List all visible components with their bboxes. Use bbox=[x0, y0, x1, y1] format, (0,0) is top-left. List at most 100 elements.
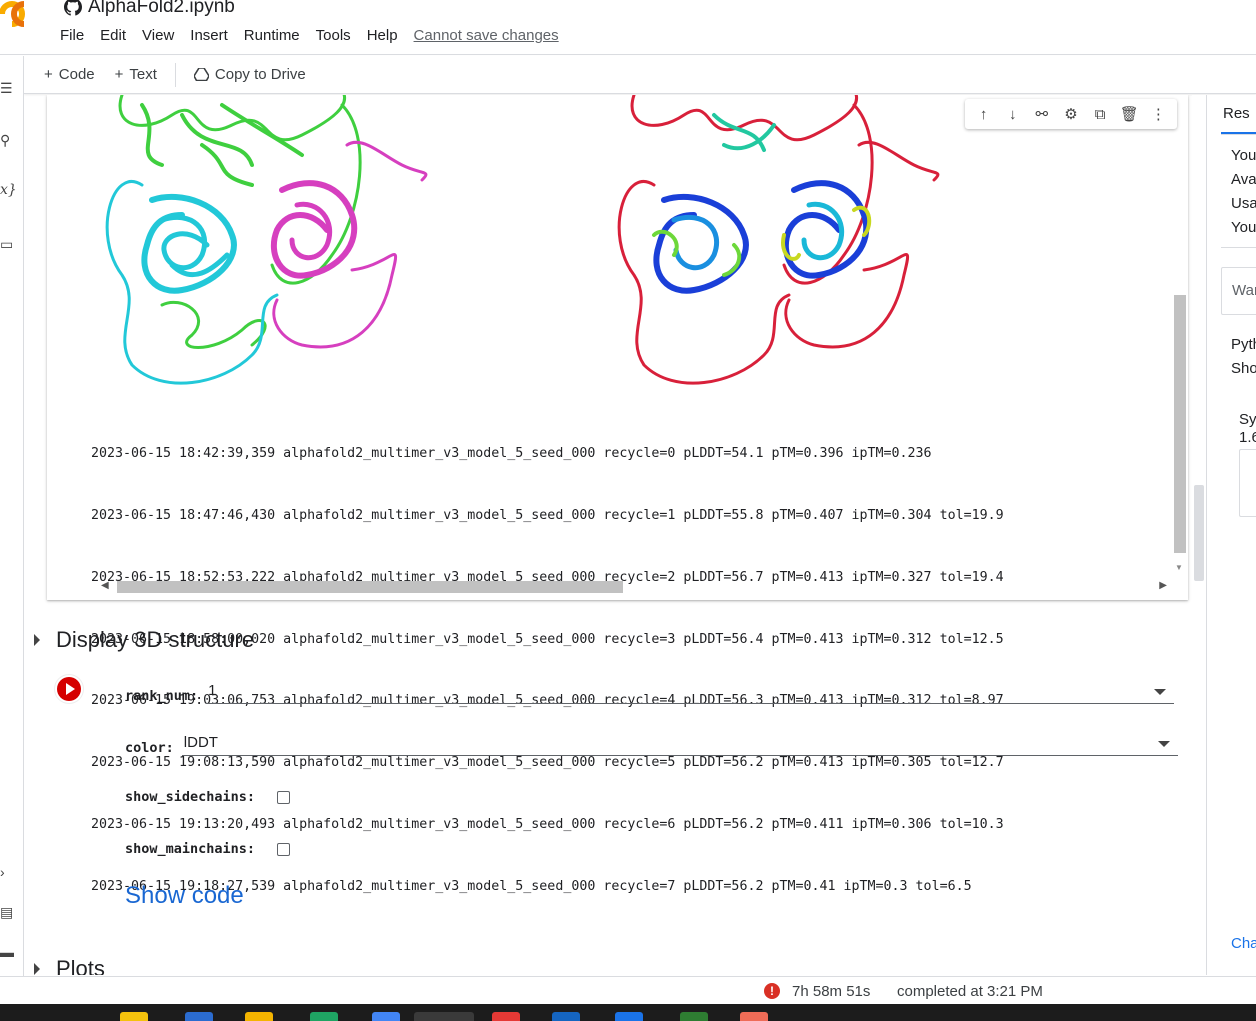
show-sidechains-label: show_sidechains: bbox=[125, 789, 256, 805]
colab-logo[interactable] bbox=[0, 0, 46, 34]
app-icon[interactable] bbox=[680, 1012, 708, 1021]
file-explorer-icon[interactable] bbox=[120, 1012, 148, 1021]
scroll-down-arrow-icon[interactable]: ▼ bbox=[1175, 563, 1183, 572]
expand-caret-icon bbox=[34, 963, 40, 975]
structure-by-chain bbox=[105, 95, 428, 385]
panel-text: You bbox=[1231, 219, 1256, 236]
move-up-icon[interactable]: ↑ bbox=[973, 103, 995, 125]
panel-text: Pyth bbox=[1231, 336, 1256, 353]
output-vertical-scrollbar[interactable]: ▼ bbox=[1172, 195, 1186, 575]
menu-help[interactable]: Help bbox=[367, 27, 398, 44]
toolbar-divider bbox=[174, 62, 176, 87]
delete-trash-icon[interactable]: 🗑 bbox=[1118, 103, 1140, 125]
header: AlphaFold2.ipynb File Edit View Insert R… bbox=[0, 0, 1256, 55]
folder-icon[interactable]: ▭ bbox=[0, 236, 14, 252]
menu-file[interactable]: File bbox=[60, 27, 84, 44]
add-text-label: Text bbox=[129, 66, 157, 83]
warning-text: War bbox=[1232, 282, 1256, 299]
drive-icon bbox=[193, 68, 209, 81]
change-runtime-link[interactable]: Cha bbox=[1231, 935, 1256, 952]
app-icon[interactable] bbox=[310, 1012, 338, 1021]
move-down-icon[interactable]: ↓ bbox=[1002, 103, 1024, 125]
show-code-link[interactable]: Show code bbox=[125, 882, 244, 910]
cell-toolbar: ↑ ↓ ⚯ ⚙ ⧉ 🗑 ⋮ bbox=[965, 99, 1177, 129]
app-icon[interactable] bbox=[552, 1012, 580, 1021]
rank-num-label: rank_num: bbox=[125, 688, 199, 704]
mirror-cell-icon[interactable]: ⧉ bbox=[1089, 103, 1111, 125]
search-icon[interactable]: ⚲ bbox=[0, 132, 14, 148]
copy-to-drive-label: Copy to Drive bbox=[214, 66, 306, 83]
scroll-right-arrow-icon[interactable]: ▶ bbox=[1159, 580, 1167, 591]
panel-text: Ava bbox=[1231, 171, 1256, 188]
dropdown-arrow-icon bbox=[1157, 741, 1170, 747]
output-log: 2023-06-15 18:42:39,359 alphafold2_multi… bbox=[91, 403, 1004, 938]
log-line: 2023-06-15 18:42:39,359 alphafold2_multi… bbox=[91, 446, 932, 462]
os-taskbar bbox=[0, 1004, 1256, 1021]
table-of-contents-icon[interactable]: ☰ bbox=[0, 80, 14, 96]
copy-to-drive-button[interactable]: Copy to Drive bbox=[184, 66, 316, 83]
color-label: color: bbox=[125, 740, 174, 756]
settings-gear-icon[interactable]: ⚙ bbox=[1060, 103, 1082, 125]
scroll-thumb[interactable] bbox=[1174, 295, 1186, 553]
notebook-title[interactable]: AlphaFold2.ipynb bbox=[64, 0, 235, 18]
run-display-cell-button[interactable] bbox=[57, 677, 81, 701]
menu-runtime[interactable]: Runtime bbox=[244, 27, 300, 44]
notebook-vertical-scrollbar[interactable] bbox=[1192, 95, 1206, 975]
section-display-3d[interactable]: Display 3D structure bbox=[34, 627, 254, 653]
color-select[interactable]: lDDT bbox=[181, 734, 1178, 756]
divider bbox=[1221, 247, 1256, 248]
show-mainchains-checkbox[interactable] bbox=[277, 843, 291, 856]
app-icon[interactable] bbox=[245, 1012, 273, 1021]
resources-tab[interactable]: Res bbox=[1223, 105, 1250, 122]
dropdown-arrow-icon bbox=[1154, 689, 1167, 695]
rank-num-value: 1 bbox=[208, 682, 217, 699]
command-palette-icon[interactable]: ▤ bbox=[0, 904, 14, 920]
show-sidechains-checkbox[interactable] bbox=[277, 791, 291, 804]
elapsed-time[interactable]: 7h 58m 51s bbox=[792, 983, 870, 1000]
add-text-button[interactable]: + Text bbox=[105, 66, 167, 83]
app-icon[interactable] bbox=[185, 1012, 213, 1021]
variables-icon[interactable]: x} bbox=[0, 182, 17, 198]
scroll-thumb[interactable] bbox=[1194, 485, 1204, 581]
app-icon[interactable] bbox=[372, 1012, 400, 1021]
panel-text: Usa bbox=[1231, 195, 1256, 212]
scroll-thumb[interactable] bbox=[117, 581, 623, 593]
scroll-left-arrow-icon[interactable]: ◀ bbox=[101, 580, 109, 591]
output-horizontal-scrollbar[interactable]: ◀ ▶ bbox=[97, 578, 1167, 596]
link-icon[interactable]: ⚯ bbox=[1031, 103, 1053, 125]
notebook-main: ↑ ↓ ⚯ ⚙ ⧉ 🗑 ⋮ 2023-06-15 18:42:39,359 al… bbox=[24, 95, 1192, 975]
log-line: 2023-06-15 19:08:13,590 alphafold2_multi… bbox=[91, 755, 1004, 771]
more-options-icon[interactable]: ⋮ bbox=[1147, 103, 1169, 125]
log-line: 2023-06-15 18:47:46,430 alphafold2_multi… bbox=[91, 507, 1004, 523]
panel-text: Sy bbox=[1239, 411, 1256, 428]
chrome-active-icon[interactable] bbox=[414, 1012, 474, 1021]
section-title: Plots bbox=[56, 956, 105, 975]
add-code-button[interactable]: + Code bbox=[24, 66, 105, 83]
app-icon[interactable] bbox=[615, 1012, 643, 1021]
structure-by-plddt bbox=[617, 95, 940, 385]
expand-caret-icon bbox=[34, 634, 40, 646]
completed-time[interactable]: completed at 3:21 PM bbox=[897, 983, 1043, 1000]
menubar: File Edit View Insert Runtime Tools Help… bbox=[60, 27, 575, 44]
menu-insert[interactable]: Insert bbox=[190, 27, 228, 44]
output-cell: ↑ ↓ ⚯ ⚙ ⧉ 🗑 ⋮ 2023-06-15 18:42:39,359 al… bbox=[47, 95, 1188, 894]
menu-tools[interactable]: Tools bbox=[316, 27, 351, 44]
terminal-icon[interactable]: ▬ bbox=[0, 944, 14, 960]
cannot-save-link[interactable]: Cannot save changes bbox=[414, 27, 559, 44]
error-icon[interactable]: ! bbox=[764, 983, 780, 999]
app-icon[interactable] bbox=[740, 1012, 768, 1021]
menu-edit[interactable]: Edit bbox=[100, 27, 126, 44]
section-title: Display 3D structure bbox=[56, 627, 255, 652]
color-row: color: lDDT bbox=[125, 734, 1178, 756]
warning-box: War bbox=[1221, 267, 1256, 315]
notebook-title-text: AlphaFold2.ipynb bbox=[88, 0, 235, 17]
color-value: lDDT bbox=[183, 734, 218, 751]
status-bar: ! 7h 58m 51s completed at 3:21 PM bbox=[0, 976, 1256, 1004]
code-snippets-icon[interactable]: › bbox=[0, 864, 14, 880]
rank-num-select[interactable]: 1 bbox=[206, 682, 1175, 704]
section-plots[interactable]: Plots bbox=[34, 956, 105, 975]
menu-view[interactable]: View bbox=[142, 27, 174, 44]
rank-num-row: rank_num: 1 bbox=[125, 682, 1175, 704]
add-code-label: Code bbox=[58, 66, 95, 83]
app-icon[interactable] bbox=[492, 1012, 520, 1021]
